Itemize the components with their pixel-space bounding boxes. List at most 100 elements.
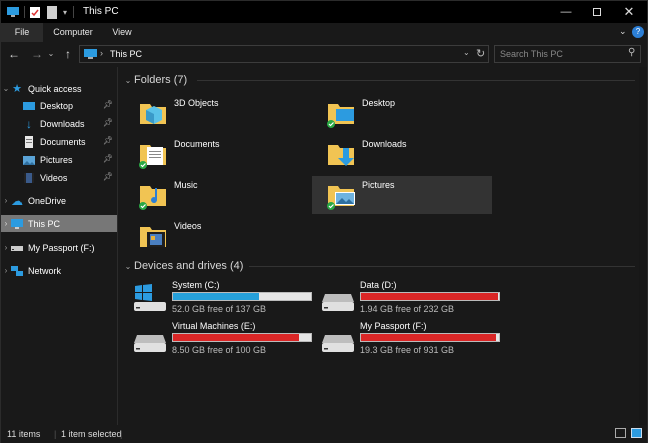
folder-pictures[interactable]: Pictures bbox=[312, 176, 492, 214]
customize-toolbar-chevron-icon[interactable]: ▾ bbox=[63, 8, 67, 17]
pin-icon[interactable]: 📌︎ bbox=[103, 136, 113, 145]
forward-button[interactable]: → bbox=[30, 46, 44, 62]
search-icon: ⚲ bbox=[628, 47, 636, 58]
folder-label: Pictures bbox=[362, 180, 395, 190]
folder-documents[interactable]: Documents bbox=[124, 135, 304, 173]
properties-icon[interactable] bbox=[29, 6, 41, 19]
folders-section-header[interactable]: ⌄ Folders (7) bbox=[122, 74, 188, 86]
maximize-icon bbox=[593, 8, 601, 16]
drive-usage-fill bbox=[173, 334, 300, 341]
nav-quick-access[interactable]: ⌄ ★ Quick access bbox=[1, 80, 117, 97]
recent-locations-button[interactable]: ⌄ bbox=[46, 46, 56, 62]
drive-icon bbox=[322, 294, 354, 311]
chevron-right-icon[interactable]: › bbox=[1, 243, 11, 252]
drive-my-passport-f[interactable]: My Passport (F:) 19.3 GB free of 931 GB bbox=[307, 321, 500, 359]
folder-desktop[interactable]: Desktop bbox=[312, 94, 492, 132]
large-icons-view-icon[interactable] bbox=[631, 428, 642, 438]
close-button[interactable]: ✕ bbox=[613, 1, 645, 23]
pin-icon[interactable]: 📌︎ bbox=[103, 100, 113, 109]
folder-pictures-icon bbox=[327, 186, 355, 210]
help-icon[interactable]: ? bbox=[632, 26, 644, 38]
section-divider bbox=[249, 266, 635, 267]
nav-my-passport-label: My Passport (F:) bbox=[28, 242, 95, 253]
chevron-right-icon[interactable]: › bbox=[1, 266, 11, 275]
minimize-button[interactable]: — bbox=[550, 1, 582, 23]
folder-downloads[interactable]: Downloads bbox=[312, 135, 492, 173]
nav-pictures-label: Pictures bbox=[40, 154, 73, 165]
drive-free-space: 1.94 GB free of 232 GB bbox=[360, 304, 455, 314]
file-explorer-window: ▾ This PC — ✕ File Computer View ⌄ ? ← →… bbox=[0, 0, 648, 443]
details-view-icon[interactable] bbox=[615, 428, 626, 438]
folder-label: Music bbox=[174, 180, 198, 190]
drive-usage-bar bbox=[360, 292, 500, 301]
content-pane: ⌄ Folders (7) 3D Objects Desktop Documen… bbox=[119, 67, 639, 425]
nav-documents[interactable]: Documents 📌︎ bbox=[1, 133, 117, 150]
pin-icon[interactable]: 📌︎ bbox=[103, 118, 113, 127]
pictures-icon bbox=[23, 155, 35, 165]
nav-videos-label: Videos bbox=[40, 172, 68, 183]
title-bar: ▾ This PC — ✕ bbox=[1, 1, 647, 23]
section-divider bbox=[197, 80, 635, 81]
drive-data-d[interactable]: Data (D:) 1.94 GB free of 232 GB bbox=[307, 280, 500, 318]
new-folder-icon[interactable] bbox=[47, 5, 57, 19]
tab-computer[interactable]: Computer bbox=[47, 23, 99, 42]
chevron-right-icon[interactable]: › bbox=[1, 219, 11, 228]
pin-icon[interactable]: 📌︎ bbox=[103, 154, 113, 163]
nav-onedrive[interactable]: › ☁ OneDrive bbox=[1, 192, 117, 209]
folder-label: Videos bbox=[174, 221, 202, 231]
tab-file[interactable]: File bbox=[1, 23, 43, 42]
network-icon bbox=[11, 265, 23, 276]
tab-view[interactable]: View bbox=[105, 23, 139, 42]
folder-label: 3D Objects bbox=[174, 98, 219, 108]
drive-system-c[interactable]: System (C:) 52.0 GB free of 137 GB bbox=[119, 280, 312, 318]
drive-virtual-machines-e[interactable]: Virtual Machines (E:) 8.50 GB free of 10… bbox=[119, 321, 312, 359]
folder-documents-icon bbox=[139, 145, 166, 169]
search-input[interactable]: Search This PC bbox=[494, 45, 641, 63]
drive-name: Data (D:) bbox=[360, 280, 397, 290]
refresh-icon[interactable]: ↻ bbox=[476, 47, 485, 60]
drive-free-space: 52.0 GB free of 137 GB bbox=[172, 304, 267, 314]
documents-icon bbox=[25, 135, 33, 148]
folder-videos[interactable]: Videos bbox=[124, 217, 304, 255]
windows-drive-icon bbox=[134, 284, 166, 311]
drive-usage-fill bbox=[173, 293, 259, 300]
nav-videos[interactable]: Videos 📌︎ bbox=[1, 169, 117, 186]
nav-my-passport[interactable]: › My Passport (F:) bbox=[1, 239, 117, 256]
drive-free-space: 8.50 GB free of 100 GB bbox=[172, 345, 267, 355]
drive-usage-fill bbox=[361, 334, 497, 341]
breadcrumb-this-pc[interactable]: This PC bbox=[110, 49, 142, 59]
folders-section-title: Folders (7) bbox=[134, 74, 188, 86]
back-button[interactable]: ← bbox=[7, 46, 21, 62]
chevron-down-icon[interactable]: ⌄ bbox=[122, 76, 134, 85]
star-icon: ★ bbox=[12, 83, 22, 95]
this-pc-icon bbox=[11, 218, 23, 229]
drive-icon bbox=[322, 335, 354, 352]
folder-music[interactable]: Music bbox=[124, 176, 304, 214]
chevron-right-icon[interactable]: › bbox=[1, 196, 11, 205]
status-divider: | bbox=[54, 429, 57, 439]
chevron-down-icon[interactable]: ⌄ bbox=[122, 262, 134, 271]
minimize-icon: — bbox=[560, 6, 572, 18]
address-dropdown-icon[interactable]: ⌄ bbox=[463, 48, 470, 57]
pin-icon[interactable]: 📌︎ bbox=[103, 172, 113, 181]
nav-this-pc-label: This PC bbox=[28, 218, 61, 229]
nav-network[interactable]: › Network bbox=[1, 262, 117, 279]
nav-this-pc[interactable]: › This PC bbox=[1, 215, 117, 232]
back-arrow-icon: ← bbox=[8, 47, 20, 61]
up-button[interactable]: ↑ bbox=[61, 46, 75, 62]
chevron-down-icon[interactable]: ⌄ bbox=[1, 84, 11, 93]
drive-icon bbox=[11, 245, 23, 251]
expand-ribbon-chevron-icon[interactable]: ⌄ bbox=[619, 26, 627, 37]
vertical-scrollbar[interactable] bbox=[639, 67, 647, 425]
folder-music-icon bbox=[139, 186, 166, 210]
this-pc-icon[interactable] bbox=[6, 6, 20, 18]
nav-pictures[interactable]: Pictures 📌︎ bbox=[1, 151, 117, 168]
drives-section-header[interactable]: ⌄ Devices and drives (4) bbox=[122, 260, 244, 272]
nav-desktop[interactable]: Desktop 📌︎ bbox=[1, 97, 117, 114]
folder-3d-objects-icon bbox=[140, 104, 166, 124]
address-row: ← → ⌄ ↑ › This PC ⌄ ↻ Search This PC ⚲ bbox=[1, 42, 647, 66]
nav-downloads[interactable]: ↓ Downloads 📌︎ bbox=[1, 115, 117, 132]
address-bar[interactable]: › This PC ⌄ ↻ bbox=[79, 45, 489, 63]
maximize-button[interactable] bbox=[581, 1, 613, 23]
folder-3d-objects[interactable]: 3D Objects bbox=[124, 94, 304, 132]
